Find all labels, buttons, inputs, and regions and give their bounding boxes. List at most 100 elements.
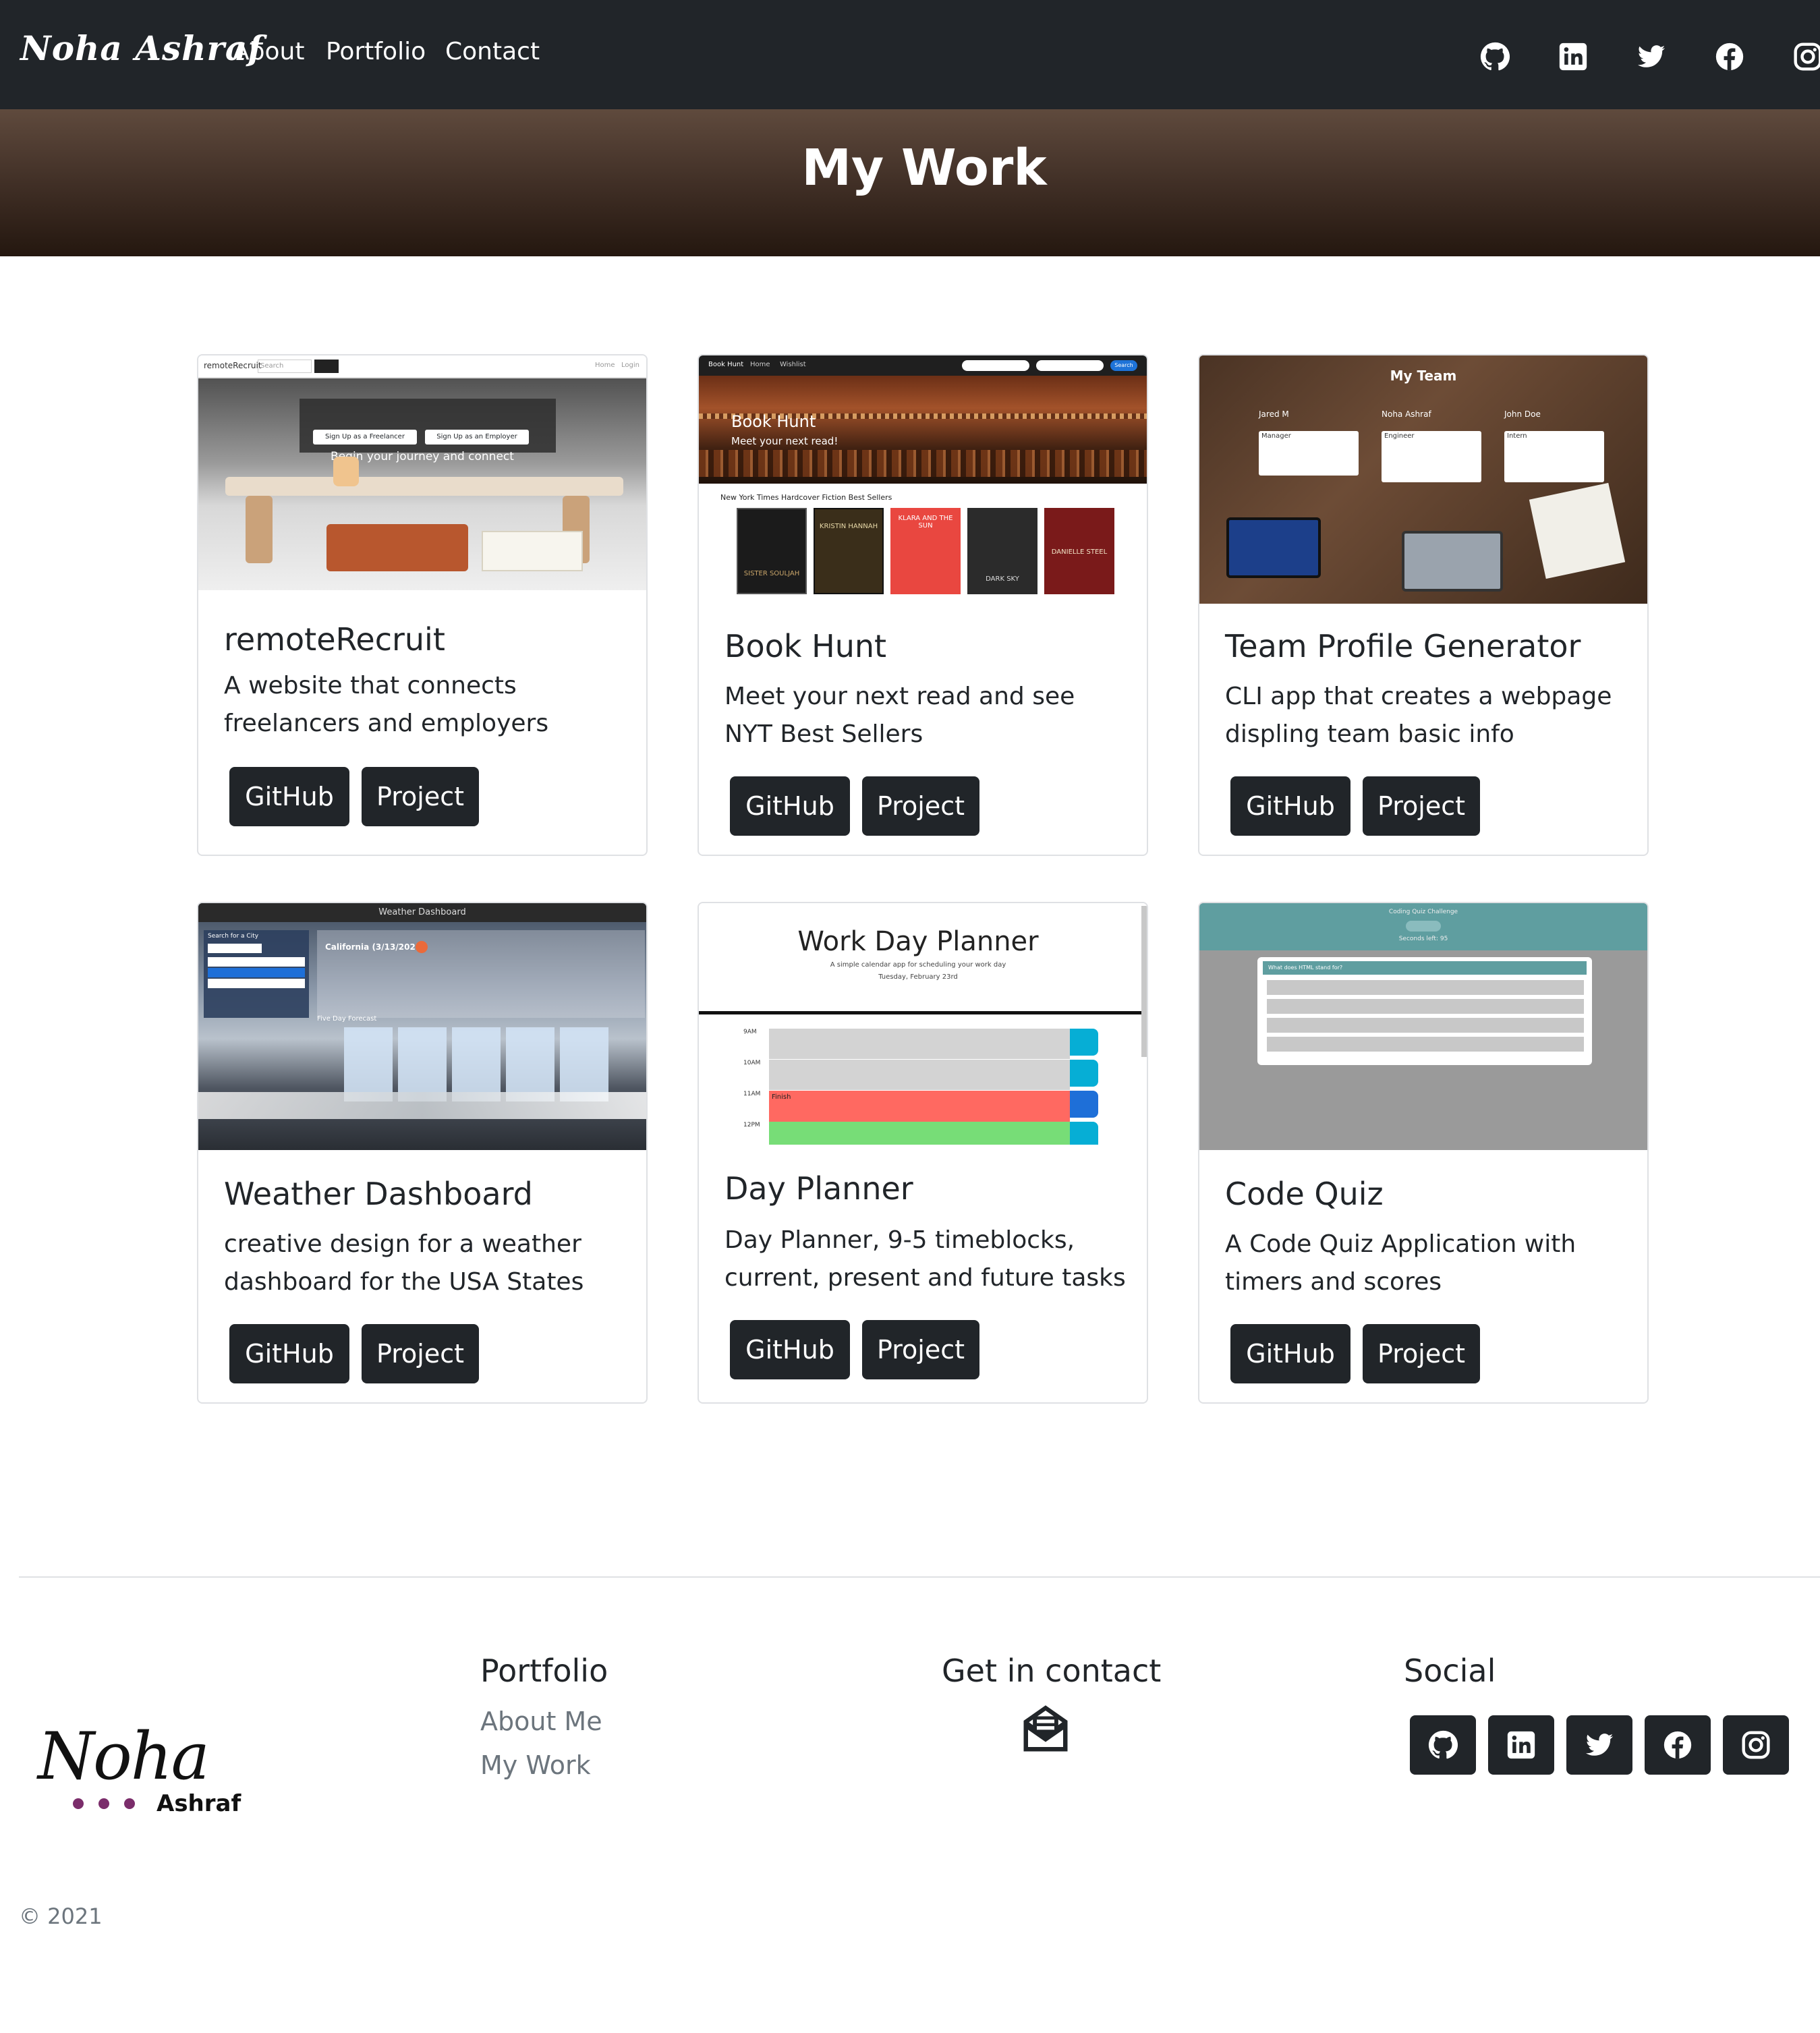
screenshot-list-heading: New York Times Hardcover Fiction Best Se… — [720, 493, 892, 502]
book-cover: DARK SKY — [967, 508, 1037, 594]
footer-contact-heading: Get in contact — [942, 1653, 1162, 1689]
hero-banner: My Work — [0, 109, 1820, 256]
twitter-icon — [1585, 1734, 1614, 1756]
envelope-open-icon[interactable] — [1019, 1703, 1073, 1756]
card-title: Book Hunt — [724, 628, 887, 664]
page-title: My Work — [801, 139, 1047, 197]
hour-label: 9AM — [743, 1029, 757, 1035]
card-description: CLI app that creates a webpage displing … — [1225, 683, 1612, 748]
github-icon — [1428, 1730, 1458, 1759]
instagram-icon — [1742, 1731, 1770, 1759]
screenshot-question: What does HTML stand for? — [1263, 961, 1587, 975]
member-card: Manager — [1259, 431, 1359, 476]
member-role: Manager — [1261, 432, 1291, 440]
project-card-remoterecruit: remoteRecruit Search Home Login Begin yo… — [197, 354, 648, 856]
footer-facebook-button[interactable] — [1645, 1715, 1711, 1775]
project-screenshot: Book Hunt Home Wishlist Search Book Hunt… — [699, 355, 1147, 604]
facebook-icon[interactable] — [1715, 42, 1744, 71]
footer-portfolio-heading: Portfolio — [480, 1653, 608, 1689]
screenshot-hero-subtitle: Meet your next read! — [731, 435, 838, 447]
project-button[interactable]: Project — [1363, 776, 1480, 836]
card-description: Meet your next read and see NYT Best Sel… — [724, 683, 1075, 748]
screenshot-nav-right: Home Login — [594, 362, 639, 369]
footer-linkedin-button[interactable] — [1488, 1715, 1554, 1775]
screenshot-hero-title: Book Hunt — [731, 412, 816, 431]
screenshot-header: Coding Quiz Challenge — [1388, 909, 1458, 915]
nav-link-contact[interactable]: Contact — [445, 38, 540, 65]
logo-dot — [98, 1798, 109, 1809]
footer-logo-subtext: Ashraf — [157, 1790, 241, 1817]
project-screenshot: remoteRecruit Search Home Login Begin yo… — [198, 355, 646, 590]
footer-link-about-me[interactable]: About Me — [480, 1707, 602, 1736]
project-button[interactable]: Project — [362, 767, 479, 826]
instagram-icon[interactable] — [1793, 42, 1820, 71]
project-card-code-quiz: Coding Quiz Challenge Seconds left: 95 W… — [1198, 902, 1649, 1404]
top-navbar: Noha Ashraf About Portfolio Contact — [0, 0, 1820, 109]
card-description: creative design for a weather dashboard … — [224, 1230, 584, 1296]
github-button[interactable]: GitHub — [229, 1324, 349, 1383]
hour-label: 10AM — [743, 1060, 761, 1066]
footer-instagram-button[interactable] — [1723, 1715, 1789, 1775]
screenshot-headline: Begin your journey and connect — [331, 450, 514, 463]
footer-logo-text: Noha — [38, 1719, 210, 1794]
screenshot-freelancer-btn: Sign Up as a Freelancer — [313, 430, 417, 445]
github-button[interactable]: GitHub — [730, 1320, 850, 1379]
screenshot-employer-btn: Sign Up as an Employer — [425, 430, 529, 445]
screenshot-nav-wishlist: Wishlist — [780, 361, 806, 368]
book-cover: DANIELLE STEEL — [1044, 508, 1114, 594]
project-card-weather-dashboard: Weather Dashboard Search for a City Cali… — [197, 902, 648, 1404]
project-button[interactable]: Project — [862, 1320, 979, 1379]
project-button[interactable]: Project — [362, 1324, 479, 1383]
hour-label: 11AM — [743, 1091, 761, 1097]
screenshot-title: Work Day Planner — [797, 926, 1039, 957]
nav-link-portfolio[interactable]: Portfolio — [326, 38, 426, 65]
screenshot-header: My Team — [1390, 368, 1457, 384]
screenshot-search-btn: Search — [1110, 360, 1137, 371]
footer-github-button[interactable] — [1410, 1715, 1476, 1775]
brand-logo[interactable]: Noha Ashraf — [20, 28, 263, 68]
member-role: Engineer — [1384, 432, 1415, 440]
github-button[interactable]: GitHub — [1230, 1324, 1350, 1383]
twitter-icon[interactable] — [1637, 42, 1666, 71]
hour-label: 12PM — [743, 1122, 760, 1128]
card-title: Code Quiz — [1225, 1176, 1384, 1212]
project-card-day-planner: Work Day Planner A simple calendar app f… — [698, 902, 1148, 1404]
screenshot-header: Weather Dashboard — [198, 903, 646, 922]
member-card: Intern — [1504, 431, 1604, 482]
member-card: Engineer — [1382, 431, 1481, 482]
footer-logo[interactable]: Noha Ashraf — [38, 1719, 254, 1827]
github-button[interactable]: GitHub — [730, 776, 850, 836]
card-description: Day Planner, 9-5 timeblocks, current, pr… — [724, 1226, 1126, 1292]
footer-link-my-work[interactable]: My Work — [480, 1750, 591, 1780]
member-name: Jared M — [1259, 409, 1289, 419]
nav-link-about[interactable]: About — [233, 38, 304, 65]
book-cover: SISTER SOULJAH — [737, 508, 807, 594]
screenshot-date: Tuesday, February 23rd — [878, 973, 958, 981]
copyright-text: © 2021 — [19, 1903, 103, 1929]
member-name: Noha Ashraf — [1382, 409, 1431, 419]
member-role: Intern — [1507, 432, 1527, 440]
screenshot-search: Search — [258, 360, 312, 373]
card-title: Team Profile Generator — [1225, 628, 1581, 664]
github-icon[interactable] — [1480, 42, 1510, 71]
project-button[interactable]: Project — [1363, 1324, 1480, 1383]
linkedin-icon[interactable] — [1558, 42, 1588, 71]
project-button[interactable]: Project — [862, 776, 979, 836]
screenshot-nav-home: Home — [750, 361, 770, 368]
card-title: remoteRecruit — [224, 621, 445, 658]
screenshot-forecast-title: Five Day Forecast — [317, 1015, 377, 1023]
screenshot-search-label: Search for a City — [208, 933, 259, 940]
member-name: John Doe — [1504, 409, 1541, 419]
card-title: Weather Dashboard — [224, 1176, 533, 1212]
screenshot-current-city: California (3/13/2021) — [325, 942, 425, 952]
screenshot-brand: remoteRecruit — [204, 361, 262, 370]
card-description: A website that connects freelancers and … — [224, 672, 549, 737]
logo-dot — [124, 1798, 135, 1809]
project-card-book-hunt: Book Hunt Home Wishlist Search Book Hunt… — [698, 354, 1148, 856]
github-button[interactable]: GitHub — [229, 767, 349, 826]
card-title: Day Planner — [724, 1170, 913, 1207]
footer-twitter-button[interactable] — [1566, 1715, 1632, 1775]
screenshot-timer: Seconds left: 95 — [1398, 936, 1448, 942]
project-screenshot: Work Day Planner A simple calendar app f… — [699, 903, 1147, 1145]
github-button[interactable]: GitHub — [1230, 776, 1350, 836]
